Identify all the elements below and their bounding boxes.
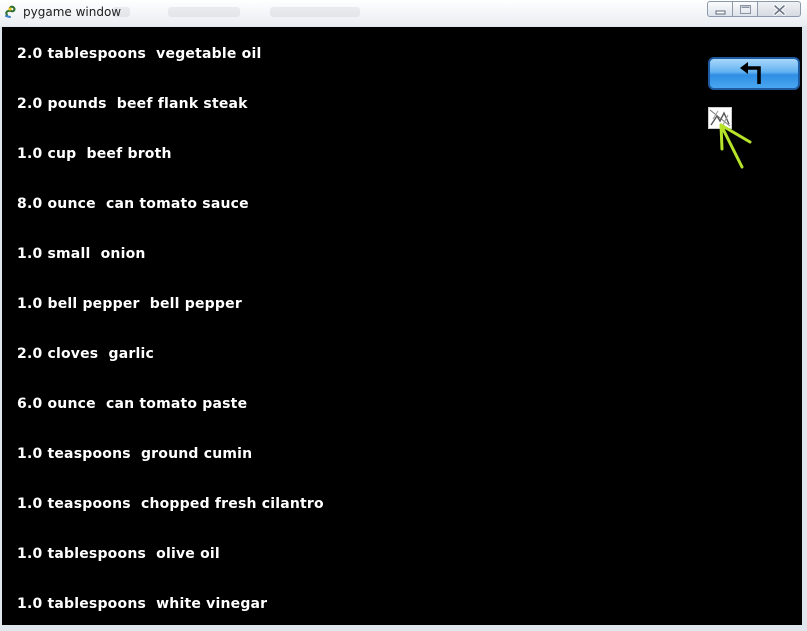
ingredient-item: 1.0 small onion (17, 246, 146, 262)
ingredient-item: 1.0 tablespoons white vinegar (17, 596, 268, 612)
ingredient-item: 1.0 teaspoons chopped fresh cilantro (17, 496, 324, 512)
ingredient-item: 1.0 cup beef broth (17, 146, 172, 162)
faded-background-tab (270, 7, 360, 17)
minimize-button[interactable] (707, 1, 733, 17)
close-icon (773, 4, 786, 16)
maximize-icon (740, 5, 751, 14)
ingredient-item: 1.0 tablespoons olive oil (17, 546, 220, 562)
minimize-icon (715, 10, 726, 15)
ingredient-item: 2.0 pounds beef flank steak (17, 96, 248, 112)
game-surface[interactable]: 2.0 tablespoons vegetable oil 2.0 pounds… (2, 27, 802, 625)
maximize-button[interactable] (733, 1, 758, 17)
ingredient-item: 1.0 teaspoons ground cumin (17, 446, 253, 462)
ingredient-item: 2.0 cloves garlic (17, 346, 154, 362)
pointer-arrow-icon (719, 123, 752, 169)
ingredient-item: 8.0 ounce can tomato sauce (17, 196, 249, 212)
ingredient-item: 6.0 ounce can tomato paste (17, 396, 248, 412)
ingredient-item: 2.0 tablespoons vegetable oil (17, 46, 262, 62)
pygame-window: pygame window 2.0 tablespoons vegetable … (0, 0, 807, 631)
ingredient-item: 1.0 bell pepper bell pepper (17, 296, 242, 312)
title-bar[interactable]: pygame window (0, 0, 807, 26)
faded-background-tab (112, 7, 130, 17)
window-controls (707, 1, 801, 17)
close-button[interactable] (758, 1, 801, 17)
pygame-snake-icon (4, 4, 19, 19)
back-button[interactable] (708, 57, 800, 90)
window-title: pygame window (23, 5, 122, 19)
faded-background-tab (168, 7, 240, 17)
return-arrow-icon (740, 62, 761, 84)
